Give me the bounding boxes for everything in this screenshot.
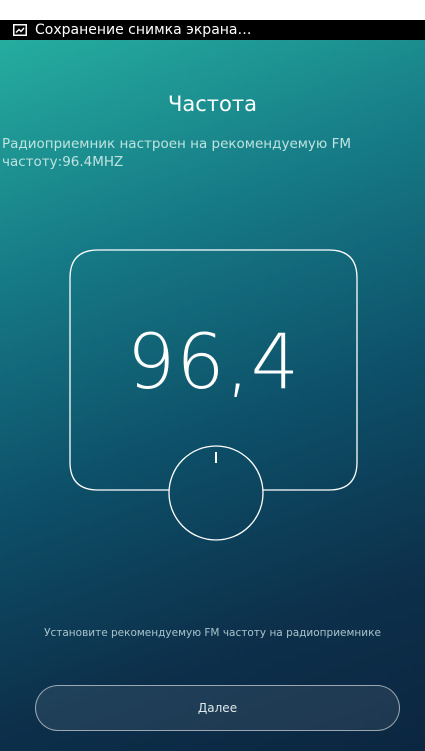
status-bar: Сохранение снимка экрана…	[0, 20, 425, 40]
frequency-display: 96,4	[126, 317, 301, 406]
next-button[interactable]: Далее	[35, 685, 400, 731]
screenshot-icon	[13, 24, 27, 36]
page: Сохранение снимка экрана… Частота Радиоп…	[0, 0, 425, 751]
notification-text: Сохранение снимка экрана…	[35, 22, 252, 38]
header-strip	[0, 0, 425, 20]
hint-text: Установите рекомендуемую FM частоту на р…	[44, 627, 381, 639]
radio-setup-screen: Частота Радиоприемник настроен на рекоме…	[0, 40, 425, 751]
tuning-knob-icon	[168, 445, 264, 541]
